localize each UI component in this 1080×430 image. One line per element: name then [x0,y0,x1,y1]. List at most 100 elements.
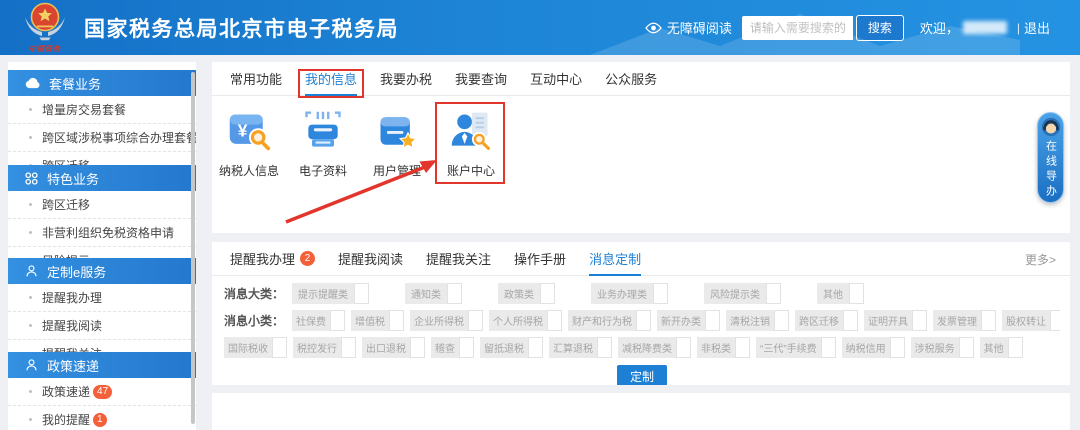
online-guide-widget[interactable]: 在线导办 [1037,112,1064,203]
sidebar-section-eservice: 定制e服务 提醒我办理 提醒我阅读 提醒我关注 [8,258,196,352]
sidebar-header-policy[interactable]: 政策速递 [8,352,196,378]
sidebar-item[interactable]: 风险提示 [8,247,196,258]
tab-message-customize[interactable]: 消息定制 [589,242,641,275]
logout-button[interactable]: 退出 [1024,18,1050,37]
sidebar-item-policy-express[interactable]: 政策速递 47 [8,378,196,406]
tag-checkbox[interactable] [547,310,562,331]
subcategory-tag[interactable]: 汇算退税 [549,337,612,358]
subcategory-tag[interactable]: 非税类 [697,337,750,358]
sidebar-item[interactable]: 跨区迁移 [8,191,196,219]
tag-checkbox[interactable] [447,283,462,304]
subcategory-tag[interactable]: 税控发行 [293,337,356,358]
tag-checkbox[interactable] [341,337,356,358]
sidebar-item[interactable]: 跨区域涉税事项综合办理套餐 [8,124,196,152]
sidebar-item[interactable]: 提醒我阅读 [8,312,196,340]
category-tag[interactable]: 其他 [817,283,864,304]
tab-do-tax[interactable]: 我要办税 [380,62,432,95]
tab-query[interactable]: 我要查询 [455,62,507,95]
sidebar-header-special[interactable]: 特色业务 [8,165,196,191]
tag-checkbox[interactable] [597,337,612,358]
search-input[interactable] [742,16,853,40]
tag-checkbox[interactable] [354,283,369,304]
quick-link-user-management[interactable]: 用户管理 [360,105,434,179]
tag-checkbox[interactable] [766,283,781,304]
tag-checkbox[interactable] [890,337,905,358]
subcategory-tag[interactable]: 社保费 [292,310,345,331]
tab-my-info[interactable]: 我的信息 [305,62,357,95]
sidebar-item[interactable]: 提醒我办理 [8,284,196,312]
quick-links-row: ¥ 纳税人信息 电子资料 [212,96,1070,179]
sidebar-scrollbar[interactable] [191,72,195,424]
subcategory-tag[interactable]: 留抵退税 [480,337,543,358]
tab-interaction-center[interactable]: 互动中心 [530,62,582,95]
tab-remind-read[interactable]: 提醒我阅读 [338,242,403,275]
subcategory-tag[interactable]: 增值税 [351,310,404,331]
tag-checkbox[interactable] [653,283,668,304]
tag-checkbox[interactable] [821,337,836,358]
subcategory-tag[interactable]: 证明开具 [864,310,927,331]
sidebar-header-eservice[interactable]: 定制e服务 [8,258,196,284]
main-tabbar: 常用功能 我的信息 我要办税 我要查询 互动中心 公众服务 [212,62,1070,96]
tag-checkbox[interactable] [981,310,996,331]
tab-common-functions[interactable]: 常用功能 [230,62,282,95]
quick-link-taxpayer-info[interactable]: ¥ 纳税人信息 [212,105,286,179]
more-link[interactable]: 更多> [1025,251,1056,268]
subcategory-tag[interactable]: 跨区迁移 [795,310,858,331]
tab-operation-manual[interactable]: 操作手册 [514,242,566,275]
sidebar-item[interactable]: 跨区迁移 [8,152,196,165]
tag-checkbox[interactable] [459,337,474,358]
tag-checkbox[interactable] [636,310,651,331]
subcategory-tag[interactable]: 其他 [980,337,1023,358]
tag-checkbox[interactable] [1050,310,1060,331]
tag-checkbox[interactable] [389,310,404,331]
subcategory-tag[interactable]: 股权转让 [1002,310,1060,331]
quick-link-account-center[interactable]: 账户中心 [434,105,508,179]
subcategory-tag[interactable]: 纳税信用 [842,337,905,358]
subcategory-tag[interactable]: 出口退税 [362,337,425,358]
tag-checkbox[interactable] [410,337,425,358]
subcategory-tag[interactable]: 个人所得税 [489,310,562,331]
subcategory-tag[interactable]: 企业所得税 [410,310,483,331]
category-tag[interactable]: 提示提醒类 [292,283,369,304]
tag-checkbox[interactable] [676,337,691,358]
subcategory-tag[interactable]: 国际税收 [224,337,287,358]
tag-checkbox[interactable] [330,310,345,331]
sidebar-item[interactable]: 提醒我关注 [8,340,196,352]
search-button[interactable]: 搜索 [856,15,904,41]
tag-checkbox[interactable] [528,337,543,358]
subcategory-tag[interactable]: 发票管理 [933,310,996,331]
subcategory-tag[interactable]: 涉税服务 [911,337,974,358]
category-tag[interactable]: 风险提示类 [704,283,781,304]
category-tag[interactable]: 业务办理类 [591,283,668,304]
subcategory-tag[interactable]: 财产和行为税 [568,310,651,331]
sidebar-item[interactable]: 非营利组织免税资格申请 [8,219,196,247]
quick-link-e-documents[interactable]: 电子资料 [286,105,360,179]
subcategory-tag[interactable]: 清税注销 [726,310,789,331]
tag-checkbox[interactable] [735,337,750,358]
subcategory-tag[interactable]: 减税降费类 [618,337,691,358]
sidebar-item[interactable]: 增量房交易套餐 [8,96,196,124]
subcategory-tag[interactable]: 稽查 [431,337,474,358]
tag-checkbox[interactable] [468,310,483,331]
tag-checkbox[interactable] [959,337,974,358]
tab-remind-handle[interactable]: 提醒我办理 2 [230,242,315,275]
customize-button[interactable]: 定制 [617,365,667,385]
category-tag[interactable]: 通知类 [405,283,462,304]
tag-checkbox[interactable] [1008,337,1023,358]
subcategory-tag[interactable]: “三代”手续费 [756,337,836,358]
count-badge: 1 [93,413,107,427]
accessibility-toggle[interactable]: 无障碍阅读 [645,18,732,37]
tag-checkbox[interactable] [843,310,858,331]
tag-checkbox[interactable] [272,337,287,358]
sidebar-header-package[interactable]: 套餐业务 [8,70,196,96]
tag-checkbox[interactable] [705,310,720,331]
tag-checkbox[interactable] [774,310,789,331]
tab-public-service[interactable]: 公众服务 [605,62,657,95]
subcategory-tag[interactable]: 新开办类 [657,310,720,331]
sidebar-item-my-reminders[interactable]: 我的提醒 1 [8,406,196,430]
category-tag[interactable]: 政策类 [498,283,555,304]
tag-checkbox[interactable] [849,283,864,304]
tag-checkbox[interactable] [912,310,927,331]
tab-remind-follow[interactable]: 提醒我关注 [426,242,491,275]
tag-checkbox[interactable] [540,283,555,304]
